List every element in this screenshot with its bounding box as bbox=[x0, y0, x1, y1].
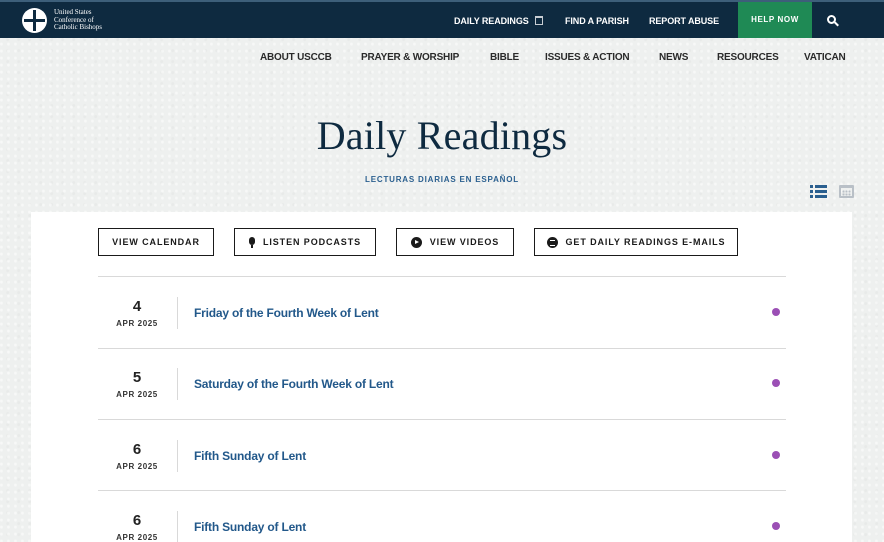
row-separator bbox=[177, 440, 178, 472]
top-link-report-abuse[interactable]: REPORT ABUSE bbox=[649, 16, 719, 26]
listen-podcasts-button[interactable]: LISTEN PODCASTS bbox=[234, 228, 376, 256]
nav-item-vatican[interactable]: VATICAN bbox=[804, 52, 846, 63]
reading-title-link[interactable]: Saturday of the Fourth Week of Lent bbox=[194, 377, 394, 391]
main-nav: ABOUT USCCB PRAYER & WORSHIP BIBLE ISSUE… bbox=[0, 52, 884, 66]
liturgical-color-dot bbox=[772, 308, 780, 316]
view-calendar-label: VIEW CALENDAR bbox=[112, 237, 200, 247]
top-bar: United States Conference of Catholic Bis… bbox=[0, 0, 884, 38]
nav-item-news[interactable]: NEWS bbox=[659, 52, 688, 63]
view-videos-label: VIEW VIDEOS bbox=[429, 237, 500, 247]
reading-row[interactable]: 5 APR 2025 Saturday of the Fourth Week o… bbox=[98, 348, 786, 419]
get-emails-button[interactable]: GET DAILY READINGS E-MAILS bbox=[534, 228, 738, 256]
row-separator bbox=[177, 297, 178, 329]
list-view-icon[interactable] bbox=[810, 185, 827, 199]
get-emails-label: GET DAILY READINGS E-MAILS bbox=[565, 237, 726, 247]
microphone-icon bbox=[248, 236, 255, 248]
mail-icon bbox=[546, 236, 558, 248]
spanish-readings-link[interactable]: LECTURAS DIARIAS EN ESPAÑOL bbox=[0, 175, 884, 184]
reading-row[interactable]: 4 APR 2025 Friday of the Fourth Week of … bbox=[98, 277, 786, 348]
reading-title-link[interactable]: Fifth Sunday of Lent bbox=[194, 449, 306, 463]
view-videos-button[interactable]: VIEW VIDEOS bbox=[396, 228, 514, 256]
reading-month: APR 2025 bbox=[116, 390, 158, 399]
liturgical-color-dot bbox=[772, 522, 780, 530]
nav-item-resources[interactable]: RESOURCES bbox=[717, 52, 779, 63]
nav-item-about-usccb[interactable]: ABOUT USCCB bbox=[260, 52, 332, 63]
search-icon[interactable] bbox=[826, 14, 840, 28]
logo-text: United States Conference of Catholic Bis… bbox=[54, 9, 114, 32]
nav-item-prayer-worship[interactable]: PRAYER & WORSHIP bbox=[361, 52, 459, 63]
listen-podcasts-label: LISTEN PODCASTS bbox=[262, 237, 361, 247]
reading-day: 4 bbox=[132, 298, 142, 315]
logo-line-3: Catholic Bishops bbox=[54, 23, 103, 32]
reading-day: 6 bbox=[132, 512, 142, 529]
reading-month: APR 2025 bbox=[116, 533, 158, 542]
reading-day: 5 bbox=[132, 369, 142, 386]
nav-item-issues-action[interactable]: ISSUES & ACTION bbox=[545, 52, 630, 63]
row-separator bbox=[177, 368, 178, 400]
cross-logo-icon bbox=[22, 8, 47, 33]
reading-title-link[interactable]: Friday of the Fourth Week of Lent bbox=[194, 306, 379, 320]
help-now-button[interactable]: HELP NOW bbox=[738, 2, 812, 38]
top-link-daily-readings-label: DAILY READINGS bbox=[454, 16, 529, 26]
nav-item-bible[interactable]: BIBLE bbox=[490, 52, 519, 63]
calendar-icon bbox=[534, 16, 543, 25]
liturgical-color-dot bbox=[772, 451, 780, 459]
reading-row[interactable]: 6 APR 2025 Fifth Sunday of Lent bbox=[98, 420, 786, 491]
top-link-daily-readings[interactable]: DAILY READINGS bbox=[454, 16, 543, 26]
calendar-view-icon[interactable] bbox=[839, 183, 854, 198]
reading-title-link[interactable]: Fifth Sunday of Lent bbox=[194, 520, 306, 534]
usccb-logo[interactable]: United States Conference of Catholic Bis… bbox=[22, 8, 114, 33]
top-link-find-a-parish[interactable]: FIND A PARISH bbox=[565, 16, 629, 26]
view-calendar-button[interactable]: VIEW CALENDAR bbox=[98, 228, 214, 256]
row-separator bbox=[177, 511, 178, 542]
liturgical-color-dot bbox=[772, 379, 780, 387]
reading-row[interactable]: 6 APR 2025 Fifth Sunday of Lent bbox=[98, 491, 786, 542]
reading-month: APR 2025 bbox=[116, 462, 158, 471]
reading-day: 6 bbox=[132, 441, 142, 458]
reading-month: APR 2025 bbox=[116, 319, 158, 328]
play-icon bbox=[410, 236, 422, 248]
page-title: Daily Readings bbox=[316, 113, 568, 158]
